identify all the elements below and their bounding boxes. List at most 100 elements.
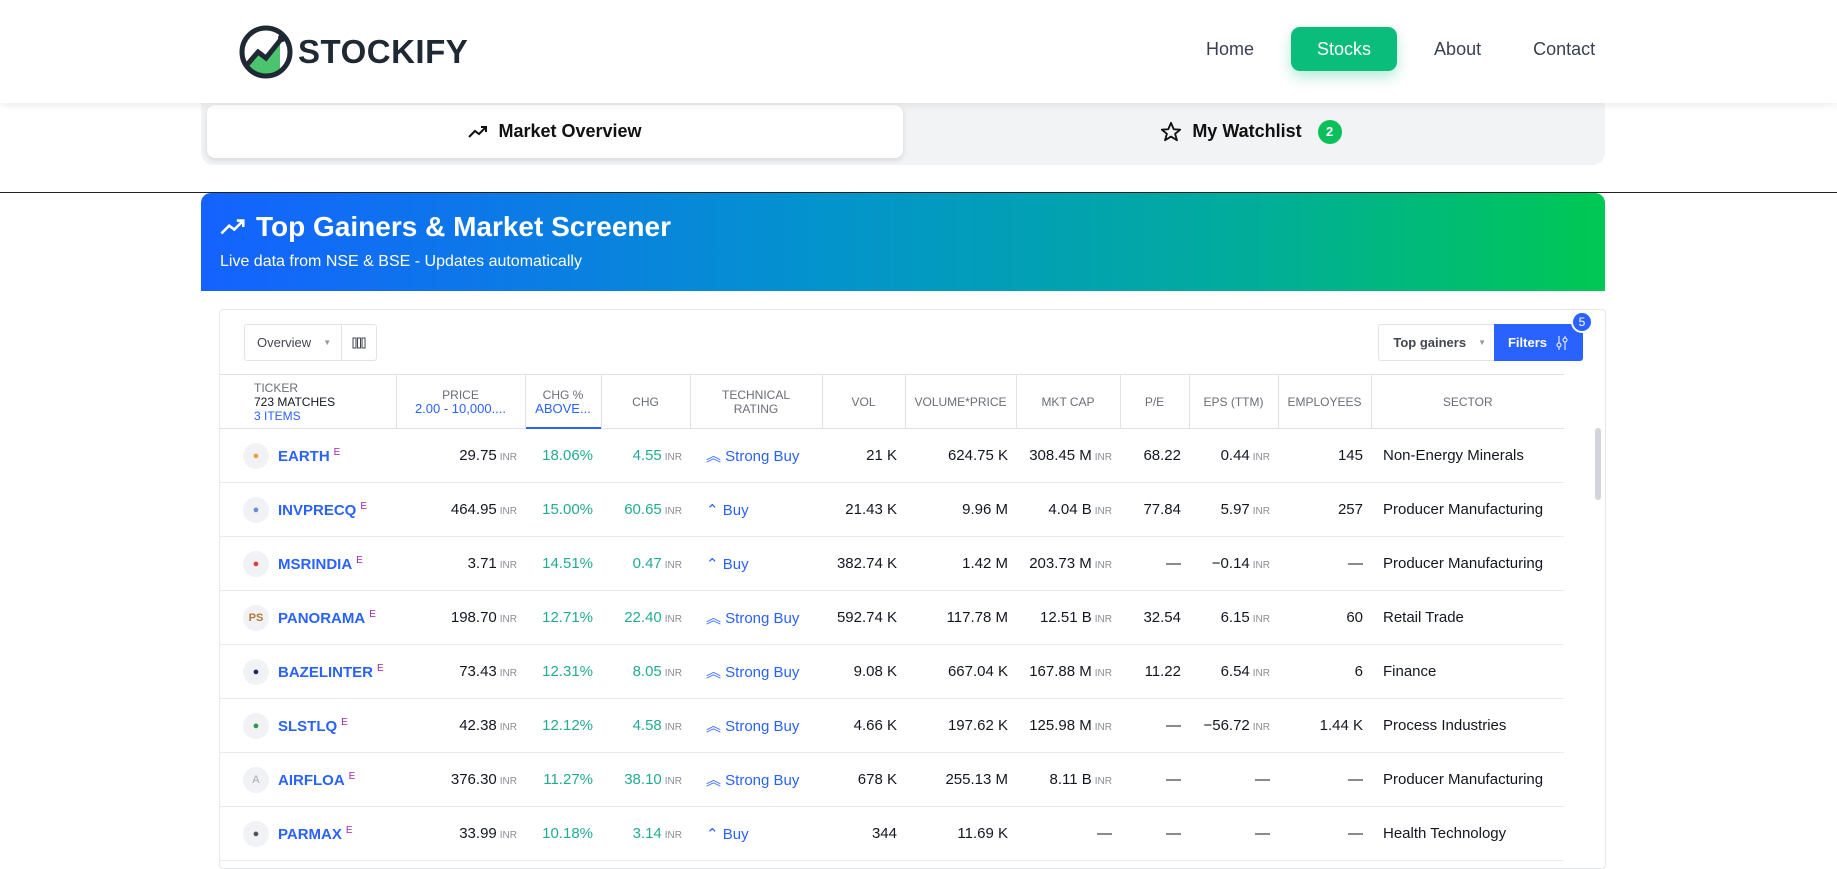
col-volume-price[interactable]: Volume*Price xyxy=(905,374,1017,429)
screener-banner: Top Gainers & Market Screener Live data … xyxy=(201,193,1605,291)
ticker-link[interactable]: INVPRECQ E xyxy=(278,500,368,519)
price-cell: 376.30 INR xyxy=(396,752,525,807)
rating-label: Strong Buy xyxy=(725,772,800,789)
ticker-link[interactable]: PANORAMA E xyxy=(278,609,376,627)
ticker-link[interactable]: BAZELINTER E xyxy=(278,663,384,681)
table-row[interactable]: ● BAZELINTER E 73.43 INR 12.31% 8.05 INR ︽ Stron… xyxy=(220,644,1564,699)
mkt-cap-cell: 12.51 B INR xyxy=(1016,590,1120,645)
table-row[interactable]: PS PANORAMA E 198.70 INR 12.71% 22.40 INR ︽ Stro… xyxy=(220,590,1564,645)
table-row[interactable]: ● INVPRECQ E 464.95 INR 15.00% 60.65 INR ⌃ Buy 21… xyxy=(220,482,1564,537)
currency-unit: INR xyxy=(499,722,517,733)
table-scrollbar[interactable] xyxy=(1595,428,1601,500)
items-count[interactable]: 3 items xyxy=(254,409,396,423)
vol-cell: 21.43 K xyxy=(822,482,905,537)
currency-unit: INR xyxy=(1094,614,1112,625)
chg-pct-filter[interactable]: Above... xyxy=(526,401,601,416)
nav-stocks[interactable]: Stocks xyxy=(1291,27,1398,71)
chg-cell: 38.10 INR xyxy=(601,752,690,807)
exchange-marker: E xyxy=(333,446,341,458)
cell-value: 6.54 xyxy=(1220,663,1250,680)
col-vol[interactable]: Vol xyxy=(822,374,906,429)
currency-unit: INR xyxy=(499,560,517,571)
col-eps[interactable]: EPS (TTM) xyxy=(1189,374,1279,429)
col-employees[interactable]: Employees xyxy=(1278,374,1372,429)
ticker-cell: ● SLSTLQ E xyxy=(220,698,396,753)
star-icon xyxy=(1161,121,1182,141)
filters-button[interactable]: Filters 5 xyxy=(1493,311,1593,361)
nav-about[interactable]: About xyxy=(1408,27,1507,71)
currency-unit: INR xyxy=(499,506,517,517)
pe-cell: — xyxy=(1120,752,1189,807)
double-chevron-up-icon: ︽ xyxy=(706,448,726,465)
cell-value: 4.04 B xyxy=(1048,501,1092,518)
currency-unit: INR xyxy=(1252,560,1270,571)
columns-button[interactable] xyxy=(342,325,376,360)
screener-widget: Overview ▼ Top gainers ▼ Filters 5 Ticker 7… xyxy=(219,309,1606,869)
ticker-cell: ● EARTH E xyxy=(220,428,396,483)
rating-label: Buy xyxy=(722,501,749,519)
eps-cell: — xyxy=(1189,752,1278,807)
table-row[interactable]: A AIRFLOA E 376.30 INR 11.27% 38.10 INR ︽ Strong… xyxy=(220,752,1564,807)
screener-table: Ticker 723 matches 3 items Price 2.00 - 10,… xyxy=(220,374,1564,861)
view-dropdown[interactable]: Overview ▼ xyxy=(245,325,343,360)
col-technical-rating[interactable]: Technical Rating xyxy=(690,374,823,429)
volume-price-cell: 624.75 K xyxy=(905,428,1016,483)
ticker-link[interactable]: EARTH E xyxy=(278,446,341,465)
exchange-marker: E xyxy=(360,500,368,512)
rating-label: Strong Buy xyxy=(725,718,800,735)
table-row[interactable]: ● PARMAX E 33.99 INR 10.18% 3.14 INR ⌃ Buy 344 11.… xyxy=(220,806,1564,861)
tab-watchlist[interactable]: My Watchlist 2 xyxy=(903,105,1599,158)
col-sector[interactable]: Sector xyxy=(1371,374,1564,429)
employees-cell: — xyxy=(1278,752,1371,807)
currency-unit: INR xyxy=(1252,452,1270,463)
ticker-cell: A AIRFLOA E xyxy=(220,752,396,807)
chg-pct-cell: 12.12% xyxy=(525,698,601,753)
currency-unit: INR xyxy=(499,776,517,787)
ticker-link[interactable]: MSRINDIA E xyxy=(278,555,363,573)
mkt-cap-cell: 125.98 M INR xyxy=(1016,698,1120,753)
eps-cell: 6.15 INR xyxy=(1189,590,1278,645)
vol-cell: 344 xyxy=(822,806,905,861)
table-row[interactable]: ● SLSTLQ E 42.38 INR 12.12% 4.58 INR ︽ Strong Bu… xyxy=(220,698,1564,753)
col-price[interactable]: Price 2.00 - 10,000.... xyxy=(396,374,526,429)
currency-unit: INR xyxy=(499,452,517,463)
col-chg-pct[interactable]: Chg % Above... xyxy=(525,374,602,430)
chg-pct-cell: 12.71% xyxy=(525,590,601,645)
col-mkt-cap[interactable]: Mkt Cap xyxy=(1016,374,1121,429)
col-pe[interactable]: P/E xyxy=(1120,374,1190,429)
preset-label: Top gainers xyxy=(1393,335,1467,350)
mkt-cap-cell: 308.45 M INR xyxy=(1016,428,1120,483)
price-filter[interactable]: 2.00 - 10,000.... xyxy=(397,401,525,416)
col-chg[interactable]: Chg xyxy=(601,374,691,429)
caret-down-icon: ▼ xyxy=(1478,338,1486,347)
table-row[interactable]: ● MSRINDIA E 3.71 INR 14.51% 0.47 INR ⌃ Buy 382.7… xyxy=(220,536,1564,591)
mkt-cap-cell: 203.73 M INR xyxy=(1016,536,1120,591)
rating-label: Strong Buy xyxy=(725,610,800,627)
tab-market-overview[interactable]: Market Overview xyxy=(207,105,903,158)
watchlist-count-badge: 2 xyxy=(1317,119,1342,144)
preset-dropdown[interactable]: Top gainers ▼ xyxy=(1378,324,1494,361)
currency-unit: INR xyxy=(1252,668,1270,679)
col-ticker[interactable]: Ticker 723 matches 3 items xyxy=(220,374,397,429)
company-logo-icon: ● xyxy=(243,550,269,577)
brand-logo[interactable]: STOCKIFY xyxy=(238,24,468,80)
nav-home[interactable]: Home xyxy=(1180,27,1280,71)
ticker-link[interactable]: PARMAX E xyxy=(278,825,353,843)
vol-cell: 592.74 K xyxy=(822,590,905,645)
chevron-up-icon: ⌃ xyxy=(706,501,723,519)
nav-contact[interactable]: Contact xyxy=(1507,27,1621,71)
ticker-link[interactable]: AIRFLOA E xyxy=(278,771,355,789)
main-nav: Home Stocks About Contact xyxy=(1180,27,1621,71)
currency-unit: INR xyxy=(1094,722,1112,733)
mkt-cap-cell: 167.88 M INR xyxy=(1016,644,1120,699)
table-row[interactable]: ● EARTH E 29.75 INR 18.06% 4.55 INR ︽ Strong Buy… xyxy=(220,428,1564,483)
pe-cell: 68.22 xyxy=(1120,428,1189,483)
company-logo-icon: ● xyxy=(243,658,269,685)
currency-unit: INR xyxy=(1094,668,1112,679)
ticker-link[interactable]: SLSTLQ E xyxy=(278,717,348,735)
cell-value: 12.51 B xyxy=(1040,609,1092,626)
chg-pct-cell: 14.51% xyxy=(525,536,601,591)
currency-unit: INR xyxy=(664,452,682,463)
chg-cell: 8.05 INR xyxy=(601,644,690,699)
company-logo-icon: A xyxy=(243,766,269,793)
